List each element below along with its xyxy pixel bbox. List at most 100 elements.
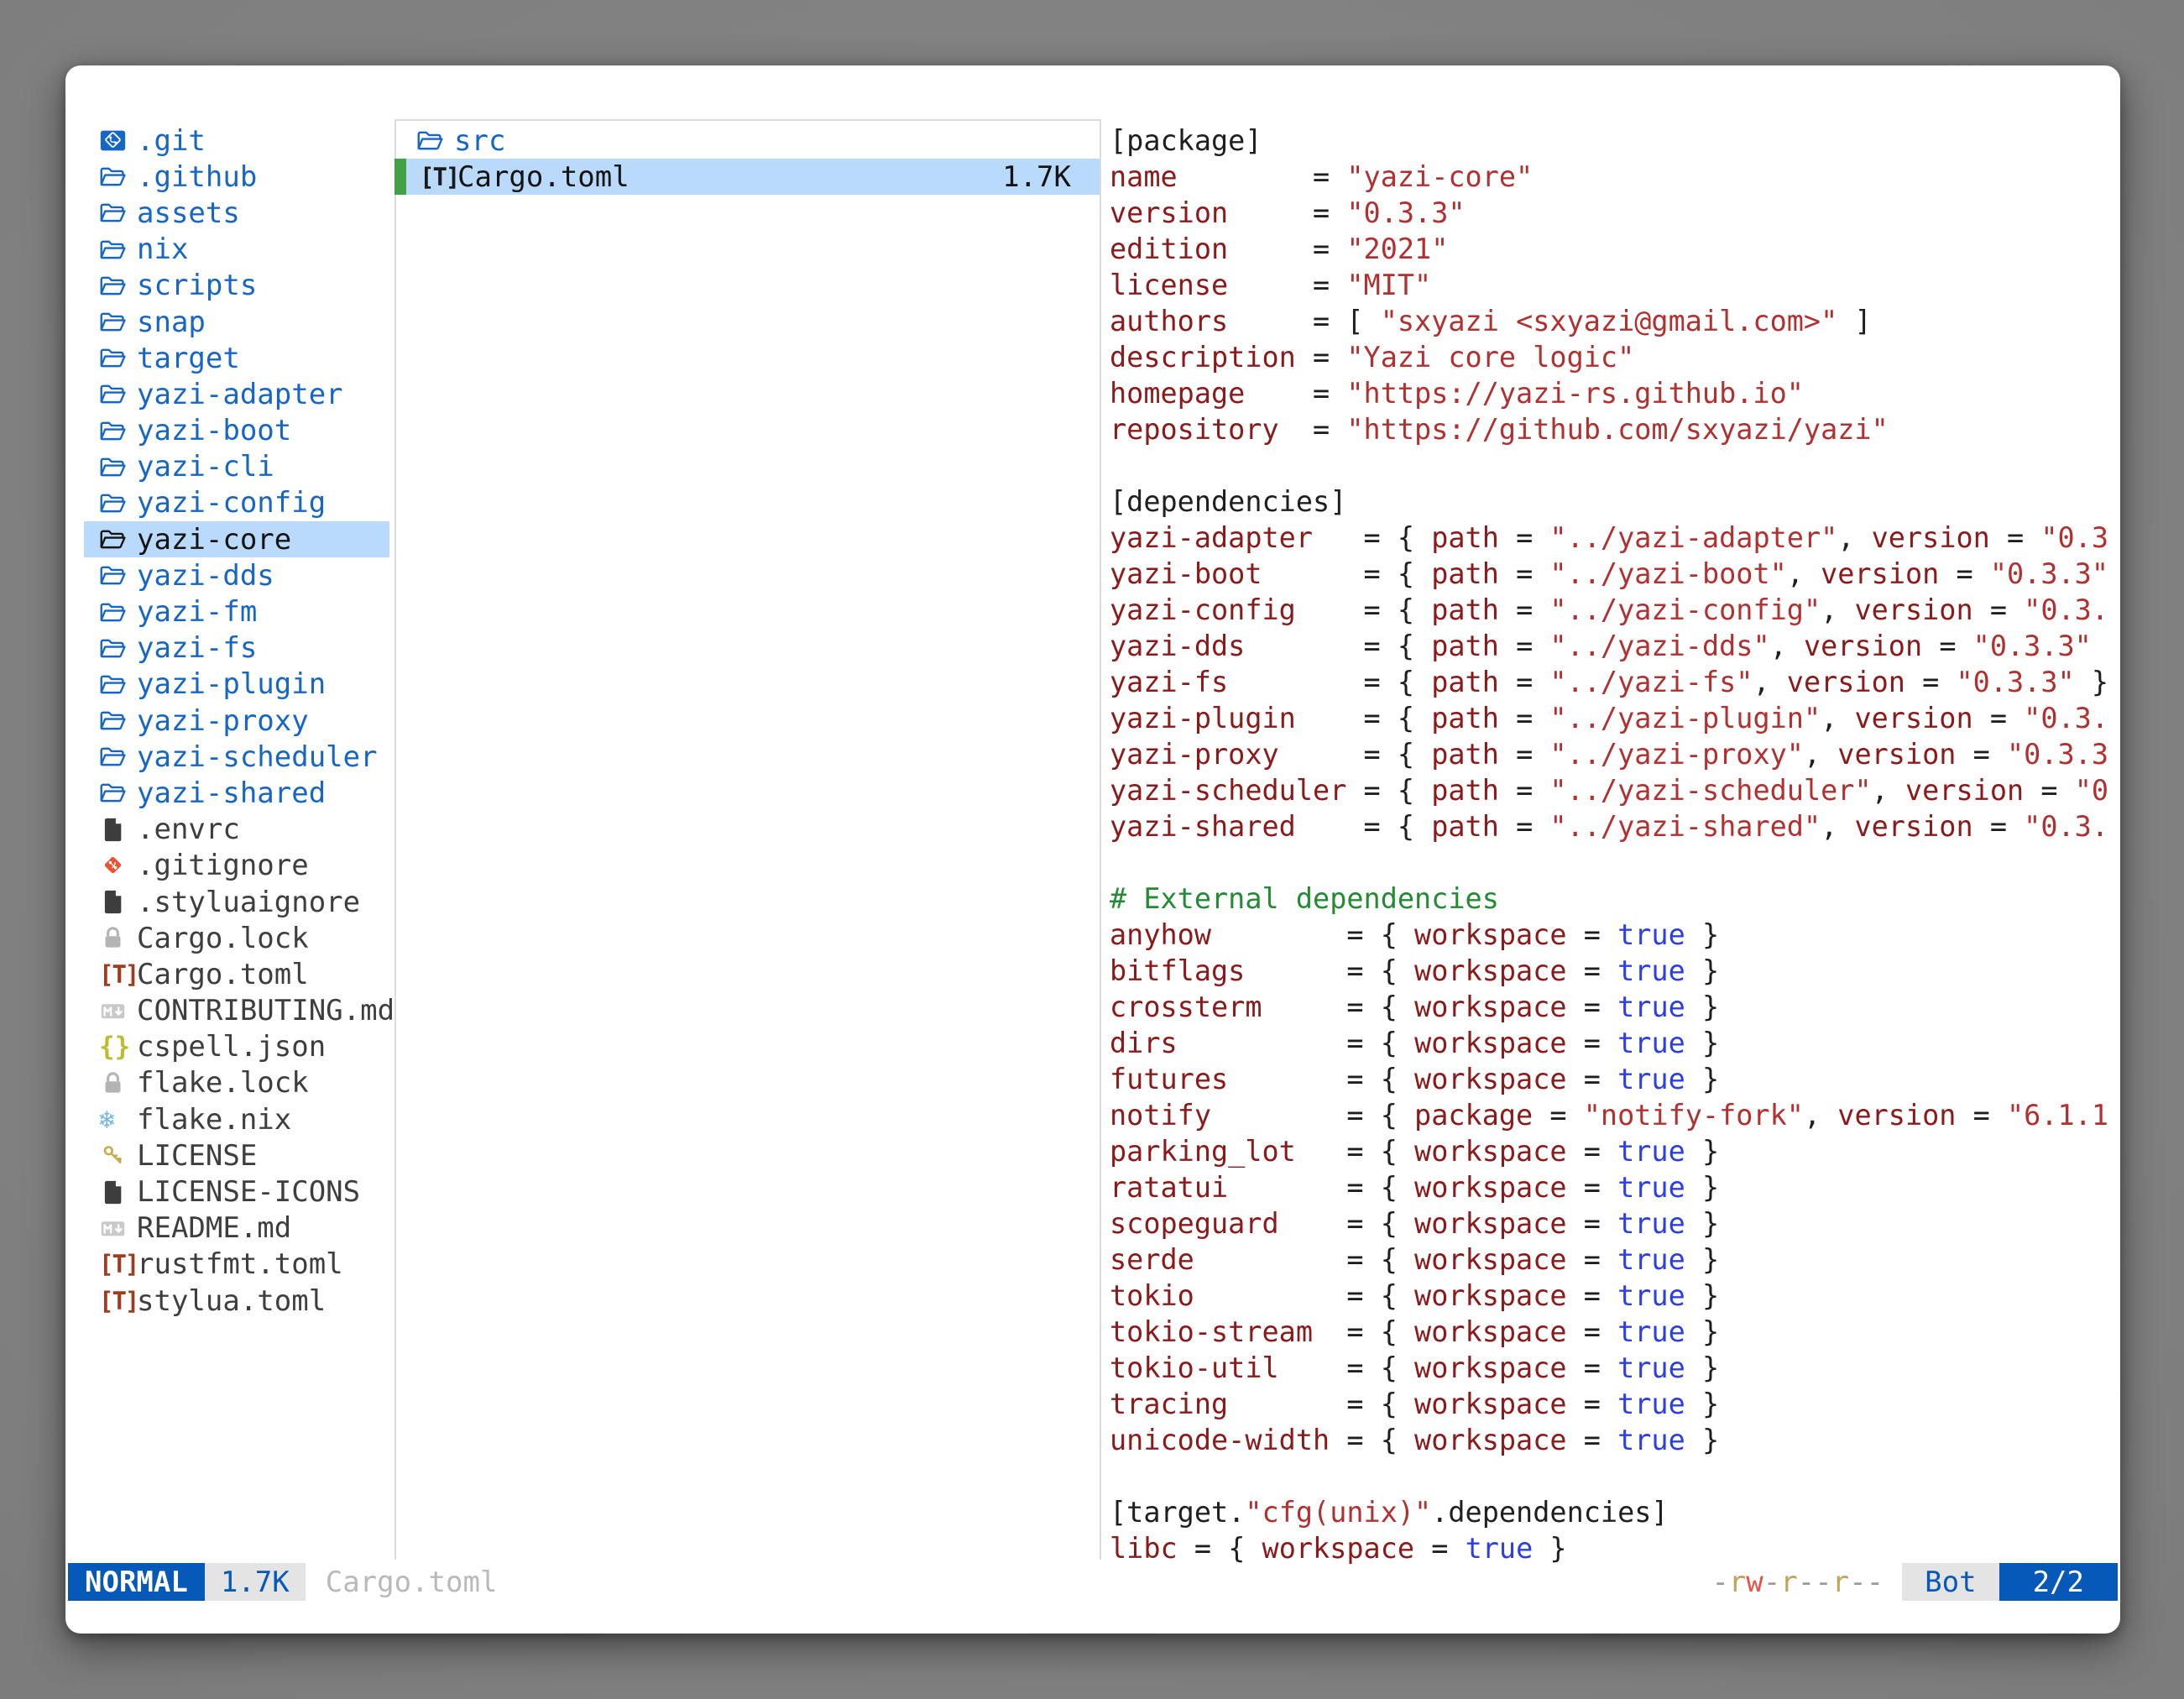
parent-directory-pane: .git.githubassetsnixscriptssnaptargetyaz… — [84, 123, 389, 1319]
braces-icon: {} — [99, 1032, 133, 1062]
dir-row[interactable]: assets — [84, 195, 389, 231]
file-row[interactable]: {}cspell.json — [84, 1029, 389, 1065]
entry-label: yazi-shared — [137, 776, 326, 810]
dir-row[interactable]: yazi-boot — [84, 413, 389, 449]
dir-row[interactable]: yazi-proxy — [84, 703, 389, 739]
markdown-icon — [99, 996, 133, 1026]
folder-icon — [99, 561, 133, 591]
folder-icon — [99, 198, 133, 228]
folder-icon — [416, 126, 450, 156]
dir-row[interactable]: yazi-dds — [84, 557, 389, 593]
dir-row[interactable]: yazi-cli — [84, 449, 389, 485]
preview-line: edition = "2021" — [1110, 231, 2113, 267]
entry-label: .git — [137, 124, 206, 158]
preview-line: yazi-scheduler = { path = "../yazi-sched… — [1110, 772, 2113, 808]
status-bar: NORMAL 1.7K Cargo.toml -rw-r--r-- Bot 2/… — [68, 1563, 2118, 1601]
dir-row[interactable]: yazi-config — [84, 485, 389, 521]
file-row[interactable]: [T]Cargo.toml — [84, 956, 389, 992]
preview-line: name = "yazi-core" — [1110, 159, 2113, 195]
file-row[interactable]: .styluaignore — [84, 884, 389, 920]
scroll-position-badge: Bot — [1902, 1563, 1999, 1601]
dir-row[interactable]: .git — [84, 123, 389, 159]
toml-icon: [T] — [99, 1286, 133, 1316]
dir-row[interactable]: yazi-fm — [84, 593, 389, 630]
dir-row[interactable]: target — [84, 340, 389, 376]
entry-label: Cargo.toml — [137, 958, 309, 991]
preview-line: notify = { package = "notify-fork", vers… — [1110, 1097, 2113, 1133]
dir-row[interactable]: yazi-scheduler — [84, 739, 389, 775]
git-icon — [99, 850, 133, 881]
folder-icon — [99, 234, 133, 264]
toml-icon: [T] — [99, 959, 133, 990]
file-row[interactable]: Cargo.lock — [84, 920, 389, 956]
folder-icon — [99, 379, 133, 410]
entry-label: yazi-core — [137, 523, 291, 557]
folder-icon — [99, 416, 133, 446]
file-row[interactable]: README.md — [84, 1210, 389, 1247]
lock-icon — [99, 1068, 133, 1098]
folder-icon — [99, 270, 133, 301]
file-row[interactable]: .envrc — [84, 812, 389, 848]
dir-row[interactable]: scripts — [84, 268, 389, 304]
entry-label: stylua.toml — [137, 1284, 326, 1318]
preview-line: [target."cfg(unix)".dependencies] — [1110, 1494, 2113, 1530]
entry-label: yazi-config — [137, 486, 326, 520]
dir-row[interactable]: yazi-fs — [84, 630, 389, 667]
dir-row[interactable]: snap — [84, 304, 389, 340]
folder-icon — [99, 343, 133, 374]
entry-label: yazi-adapter — [137, 378, 343, 411]
preview-line: yazi-plugin = { path = "../yazi-plugin",… — [1110, 700, 2113, 736]
folder-icon — [99, 706, 133, 736]
entry-label: rustfmt.toml — [137, 1247, 343, 1281]
file-row[interactable]: CONTRIBUTING.md — [84, 993, 389, 1029]
file-row[interactable]: .gitignore — [84, 848, 389, 884]
entry-label: yazi-fs — [137, 631, 257, 665]
file-row[interactable]: ❄flake.nix — [84, 1101, 389, 1137]
entry-label: yazi-fm — [137, 595, 257, 629]
file-row[interactable]: [T]rustfmt.toml — [84, 1247, 389, 1283]
preview-line: yazi-dds = { path = "../yazi-dds", versi… — [1110, 628, 2113, 664]
preview-line: bitflags = { workspace = true } — [1110, 953, 2113, 989]
selected-file-size: 1.7K — [205, 1563, 306, 1601]
file-row[interactable]: [T]Cargo.toml1.7K — [394, 159, 1100, 195]
preview-line: [package] — [1110, 123, 2113, 159]
file-row[interactable]: LICENSE — [84, 1137, 389, 1174]
entry-size: 1.7K — [1002, 160, 1071, 194]
dir-row[interactable]: src — [394, 123, 1100, 159]
file-preview-pane: [package]name = "yazi-core"version = "0.… — [1110, 123, 2113, 1566]
file-row[interactable]: LICENSE-ICONS — [84, 1174, 389, 1210]
file-row[interactable]: flake.lock — [84, 1065, 389, 1101]
dir-row[interactable]: .github — [84, 159, 389, 195]
entry-label: .gitignore — [137, 849, 309, 882]
entry-label: .styluaignore — [137, 886, 360, 919]
dir-row[interactable]: yazi-core — [84, 521, 389, 557]
document-icon — [99, 1177, 133, 1207]
entry-label: Cargo.lock — [137, 922, 309, 955]
dir-row[interactable]: yazi-plugin — [84, 667, 389, 703]
preview-line: parking_lot = { workspace = true } — [1110, 1133, 2113, 1169]
preview-line — [1110, 447, 2113, 484]
entry-label: yazi-dds — [137, 559, 274, 593]
preview-line: anyhow = { workspace = true } — [1110, 917, 2113, 953]
dir-row[interactable]: yazi-adapter — [84, 376, 389, 412]
dir-row[interactable]: nix — [84, 232, 389, 268]
folder-icon — [99, 525, 133, 555]
toml-icon: [T] — [99, 1249, 133, 1279]
preview-line: repository = "https://github.com/sxyazi/… — [1110, 411, 2113, 447]
entry-label: Cargo.toml — [457, 160, 630, 194]
preview-line — [1110, 844, 2113, 881]
markdown-icon — [99, 1213, 133, 1243]
yazi-window: .git.githubassetsnixscriptssnaptargetyaz… — [65, 65, 2120, 1634]
entry-label: yazi-plugin — [137, 667, 326, 701]
file-row[interactable]: [T]stylua.toml — [84, 1283, 389, 1319]
preview-line: crossterm = { workspace = true } — [1110, 989, 2113, 1025]
dir-row[interactable]: yazi-shared — [84, 775, 389, 811]
selected-file-name: Cargo.toml — [326, 1566, 498, 1599]
preview-line: tokio = { workspace = true } — [1110, 1278, 2113, 1314]
folder-icon — [99, 742, 133, 772]
preview-line: yazi-shared = { path = "../yazi-shared",… — [1110, 808, 2113, 844]
pane-separator-left — [394, 119, 396, 1560]
entry-label: yazi-scheduler — [137, 740, 378, 774]
document-icon — [99, 814, 133, 844]
preview-line: version = "0.3.3" — [1110, 195, 2113, 231]
